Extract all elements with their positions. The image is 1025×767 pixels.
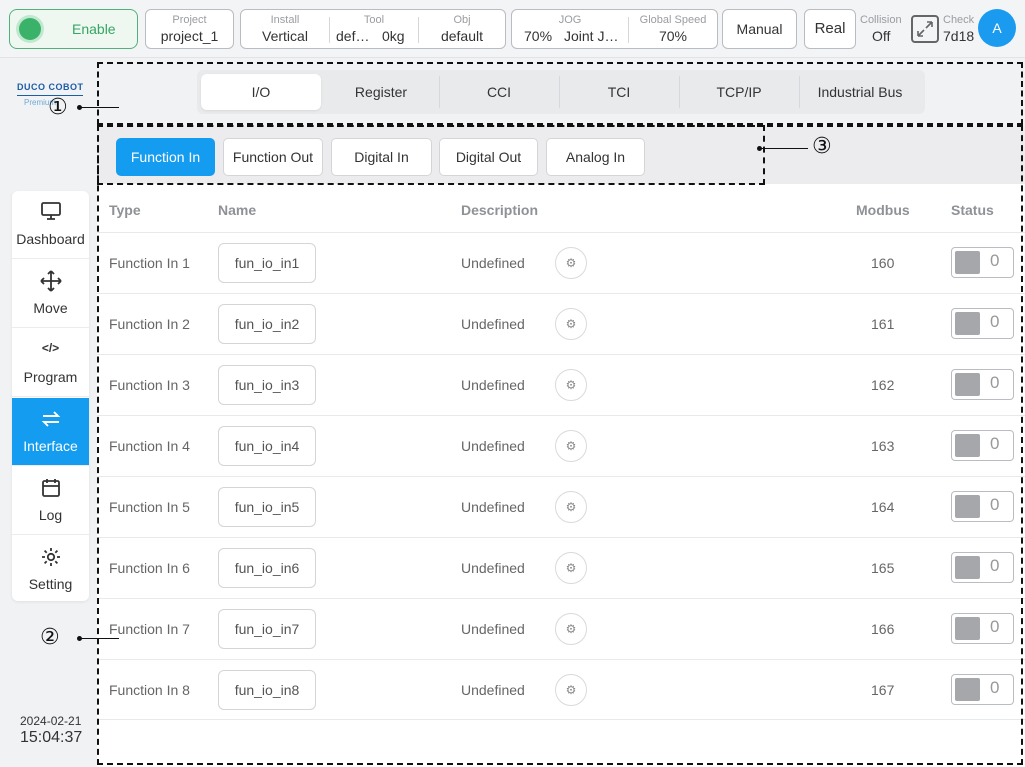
move-icon <box>12 270 89 297</box>
gear-icon <box>12 546 89 573</box>
real-mode-button[interactable]: Real <box>804 9 856 49</box>
tool-caption: Tool <box>363 14 385 26</box>
brand-logo: DUCO COBOT <box>17 82 84 92</box>
top-status-bar: Enable Project project_1 Install Vertica… <box>0 0 1025 58</box>
nav-item-interface[interactable]: Interface <box>12 398 89 466</box>
system-date: 2024-02-21 <box>20 714 82 728</box>
callout-leader-line <box>80 638 119 639</box>
tool-name-value: def… <box>336 28 370 44</box>
obj-value: default <box>440 28 484 44</box>
enable-status-dot <box>19 18 41 40</box>
global-speed-value: 70% <box>658 28 688 44</box>
manual-label: Manual <box>736 21 783 37</box>
tool-weight-value: 0kg <box>382 28 405 44</box>
annotation-region-2 <box>97 125 1023 765</box>
nav-item-dashboard[interactable]: Dashboard <box>12 191 89 259</box>
nav-item-log[interactable]: Log <box>12 467 89 535</box>
callout-marker-3: ③ <box>812 134 832 159</box>
nav-label: Dashboard <box>16 231 85 247</box>
collision-value[interactable]: Off <box>872 28 890 44</box>
real-label: Real <box>814 20 846 37</box>
install-caption: Install <box>270 14 300 26</box>
left-sidebar: DUCO COBOT Premium Dashboard Move </> Pr… <box>0 58 97 767</box>
nav-label: Move <box>33 300 68 316</box>
nav-item-setting[interactable]: Setting <box>12 536 89 601</box>
jog-caption: JOG <box>558 14 582 26</box>
obj-caption: Obj <box>453 14 471 26</box>
install-tool-obj-group[interactable]: Install Vertical Tool def… 0kg Obj defau… <box>240 9 506 49</box>
collision-caption: Collision <box>860 14 902 26</box>
user-avatar[interactable]: A <box>978 9 1016 47</box>
nav-item-move[interactable]: Move <box>12 260 89 328</box>
project-selector[interactable]: Project project_1 <box>145 9 234 49</box>
project-value: project_1 <box>160 28 219 44</box>
check-caption: Check <box>943 14 975 26</box>
callout-leader-line <box>760 148 808 149</box>
expand-icon[interactable] <box>911 15 939 43</box>
calendar-icon <box>12 477 89 504</box>
main-nav: Dashboard Move </> Program Interface Log… <box>12 191 89 601</box>
enable-button[interactable]: Enable <box>9 9 138 49</box>
exchange-icon <box>12 408 89 435</box>
manual-mode-button[interactable]: Manual <box>722 9 797 49</box>
nav-item-program[interactable]: </> Program <box>12 329 89 397</box>
nav-label: Setting <box>28 576 73 592</box>
callout-marker-1: ① <box>48 95 68 120</box>
annotation-region-3 <box>97 125 765 185</box>
enable-label: Enable <box>72 21 116 37</box>
project-caption: Project <box>172 14 207 26</box>
system-time: 15:04:37 <box>20 729 83 746</box>
jog-speed-value: 70% <box>524 28 553 44</box>
monitor-icon <box>12 201 89 226</box>
nav-label: Log <box>38 507 63 523</box>
app-root: Enable Project project_1 Install Vertica… <box>0 0 1025 767</box>
install-value: Vertical <box>262 28 308 44</box>
nav-label: Interface <box>23 438 78 454</box>
global-speed-caption: Global Speed <box>639 14 707 26</box>
jog-speed-group[interactable]: JOG 70% Joint J… Global Speed 70% <box>511 9 718 49</box>
nav-label: Program <box>23 369 78 385</box>
annotation-region-1 <box>97 62 1023 125</box>
callout-leader-line <box>80 107 119 108</box>
code-icon: </> <box>41 341 60 355</box>
callout-marker-2: ② <box>40 625 60 650</box>
check-value: 7d18 <box>943 28 975 44</box>
jog-mode-value: Joint J… <box>564 28 619 44</box>
